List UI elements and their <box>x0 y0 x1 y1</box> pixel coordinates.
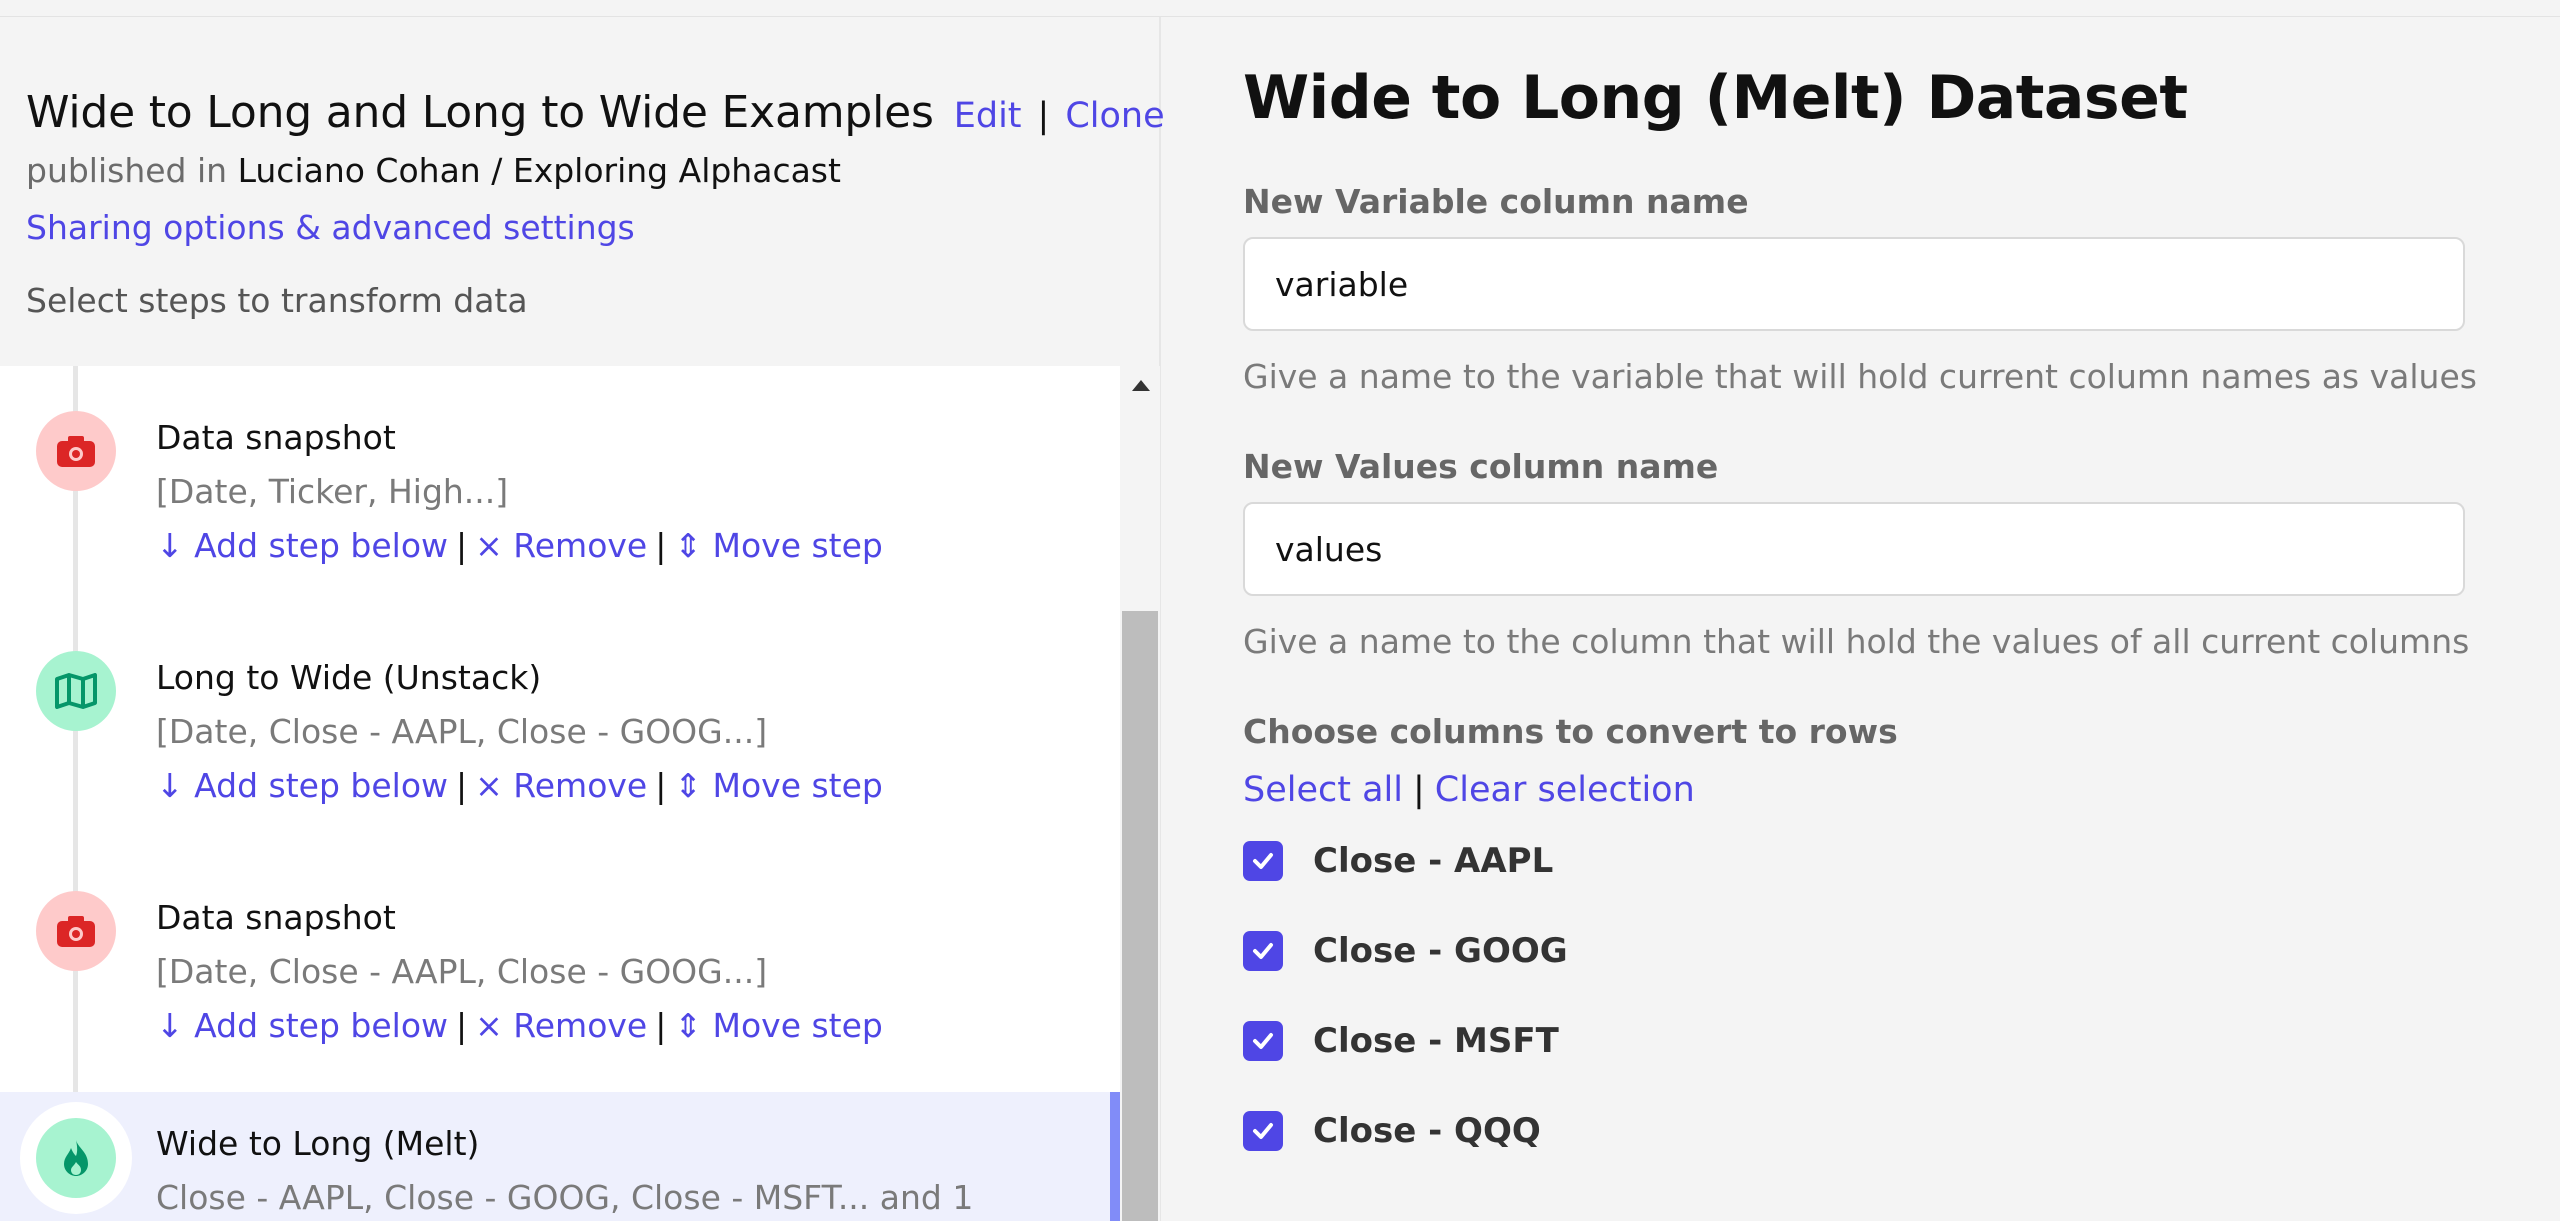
add-step-label: Add step below <box>194 526 449 565</box>
step-item[interactable]: Data snapshot [Date, Close - AAPL, Close… <box>0 846 1120 1086</box>
step-name: Long to Wide (Unstack) <box>156 658 542 697</box>
remove-label: Remove <box>513 766 648 805</box>
steps-list: Data snapshot [Date, Ticker, High...] ↓ … <box>0 366 1120 1221</box>
step-item-selected[interactable]: Wide to Long (Melt) Close - AAPL, Close … <box>0 1092 1120 1221</box>
values-column-input[interactable] <box>1243 502 2465 596</box>
add-step-label: Add step below <box>194 766 449 805</box>
check-icon <box>1253 943 1273 959</box>
column-checkbox-label: Close - MSFT <box>1313 1021 1559 1061</box>
editor-title: Wide to Long (Melt) Dataset <box>1243 63 2188 133</box>
step-editor-panel: Wide to Long (Melt) Dataset New Variable… <box>1163 17 2560 1221</box>
chevron-up-down-icon: ⇕ <box>674 766 702 805</box>
checkbox-checked[interactable] <box>1243 1021 1283 1061</box>
column-checkbox-row[interactable]: Close - QQQ <box>1243 1111 1541 1151</box>
step-name: Wide to Long (Melt) <box>156 1124 480 1163</box>
step-actions: ↓ Add step below | × Remove | ⇕ Move ste… <box>156 766 883 805</box>
action-separator: | <box>456 1006 468 1045</box>
published-prefix: published in <box>26 151 228 190</box>
checkbox-checked[interactable] <box>1243 841 1283 881</box>
values-column-help: Give a name to the column that will hold… <box>1243 622 2470 661</box>
check-icon <box>1253 1123 1273 1139</box>
variable-column-input[interactable] <box>1243 237 2465 331</box>
column-checkbox-label: Close - AAPL <box>1313 841 1554 881</box>
chevron-up-down-icon: ⇕ <box>674 526 702 565</box>
path-separator: / <box>491 151 503 190</box>
steps-hint: Select steps to transform data <box>26 281 528 320</box>
action-separator: | <box>655 766 667 805</box>
action-separator: | <box>655 526 667 565</box>
column-checkbox-label: Close - QQQ <box>1313 1111 1541 1151</box>
remove-label: Remove <box>513 526 648 565</box>
close-icon: × <box>475 1006 503 1045</box>
column-checkbox-row[interactable]: Close - MSFT <box>1243 1021 1559 1061</box>
variable-column-help: Give a name to the variable that will ho… <box>1243 357 2477 396</box>
column-checkbox-row[interactable]: Close - GOOG <box>1243 931 1568 971</box>
selection-separator: | <box>1413 770 1425 810</box>
map-icon <box>36 651 116 731</box>
camera-icon <box>36 891 116 971</box>
scroll-up-arrow-icon[interactable] <box>1132 380 1150 391</box>
chevron-up-down-icon: ⇕ <box>674 1006 702 1045</box>
arrow-down-icon: ↓ <box>156 526 184 565</box>
step-actions: ↓ Add step below | × Remove | ⇕ Move ste… <box>156 1006 883 1045</box>
move-step-button[interactable]: ⇕ Move step <box>674 526 883 565</box>
page-title: Wide to Long and Long to Wide Examples <box>26 87 934 138</box>
action-separator: | <box>456 766 468 805</box>
columns-to-rows-label: Choose columns to convert to rows <box>1243 712 1898 751</box>
check-icon <box>1253 853 1273 869</box>
move-step-label: Move step <box>712 1006 883 1045</box>
values-column-label: New Values column name <box>1243 447 1719 486</box>
fire-icon <box>36 1118 116 1198</box>
step-actions: ↓ Add step below | × Remove | ⇕ Move ste… <box>156 526 883 565</box>
checkbox-checked[interactable] <box>1243 1111 1283 1151</box>
sharing-options-link[interactable]: Sharing options & advanced settings <box>26 208 635 247</box>
move-step-label: Move step <box>712 526 883 565</box>
top-bar <box>0 0 2560 17</box>
project-link[interactable]: Exploring Alphacast <box>513 151 841 190</box>
step-columns: [Date, Close - AAPL, Close - GOOG...] <box>156 952 768 991</box>
selection-links: Select all | Clear selection <box>1243 770 1695 810</box>
add-step-below-button[interactable]: ↓ Add step below <box>156 1006 448 1045</box>
title-row: Wide to Long and Long to Wide Examples E… <box>26 87 1165 138</box>
left-panel: Wide to Long and Long to Wide Examples E… <box>0 17 1165 1221</box>
checkbox-checked[interactable] <box>1243 931 1283 971</box>
clear-selection-link[interactable]: Clear selection <box>1435 770 1695 810</box>
published-in: published in Luciano Cohan / Exploring A… <box>26 151 841 190</box>
add-step-below-button[interactable]: ↓ Add step below <box>156 766 448 805</box>
step-item[interactable]: Data snapshot [Date, Ticker, High...] ↓ … <box>0 366 1120 606</box>
clone-link[interactable]: Clone <box>1065 96 1164 136</box>
action-separator: | <box>456 526 468 565</box>
step-name: Data snapshot <box>156 418 396 457</box>
move-step-button[interactable]: ⇕ Move step <box>674 766 883 805</box>
add-step-below-button[interactable]: ↓ Add step below <box>156 526 448 565</box>
arrow-down-icon: ↓ <box>156 1006 184 1045</box>
remove-step-button[interactable]: × Remove <box>475 766 647 805</box>
move-step-label: Move step <box>712 766 883 805</box>
step-columns: Close - AAPL, Close - GOOG, Close - MSFT… <box>156 1178 974 1217</box>
step-columns: [Date, Ticker, High...] <box>156 472 509 511</box>
close-icon: × <box>475 766 503 805</box>
title-separator: | <box>1037 96 1050 136</box>
step-item[interactable]: Long to Wide (Unstack) [Date, Close - AA… <box>0 606 1120 846</box>
camera-icon <box>36 411 116 491</box>
remove-label: Remove <box>513 1006 648 1045</box>
add-step-label: Add step below <box>194 1006 449 1045</box>
edit-link[interactable]: Edit <box>954 96 1022 136</box>
step-columns: [Date, Close - AAPL, Close - GOOG...] <box>156 712 768 751</box>
column-checkbox-row[interactable]: Close - AAPL <box>1243 841 1553 881</box>
action-separator: | <box>655 1006 667 1045</box>
select-all-link[interactable]: Select all <box>1243 770 1403 810</box>
arrow-down-icon: ↓ <box>156 766 184 805</box>
check-icon <box>1253 1033 1273 1049</box>
remove-step-button[interactable]: × Remove <box>475 526 647 565</box>
variable-column-label: New Variable column name <box>1243 182 1749 221</box>
remove-step-button[interactable]: × Remove <box>475 1006 647 1045</box>
owner-link[interactable]: Luciano Cohan <box>238 151 481 190</box>
close-icon: × <box>475 526 503 565</box>
steps-scrollbar[interactable] <box>1120 366 1160 1221</box>
column-checkbox-label: Close - GOOG <box>1313 931 1568 971</box>
step-name: Data snapshot <box>156 898 396 937</box>
move-step-button[interactable]: ⇕ Move step <box>674 1006 883 1045</box>
scrollbar-thumb[interactable] <box>1122 611 1158 1221</box>
